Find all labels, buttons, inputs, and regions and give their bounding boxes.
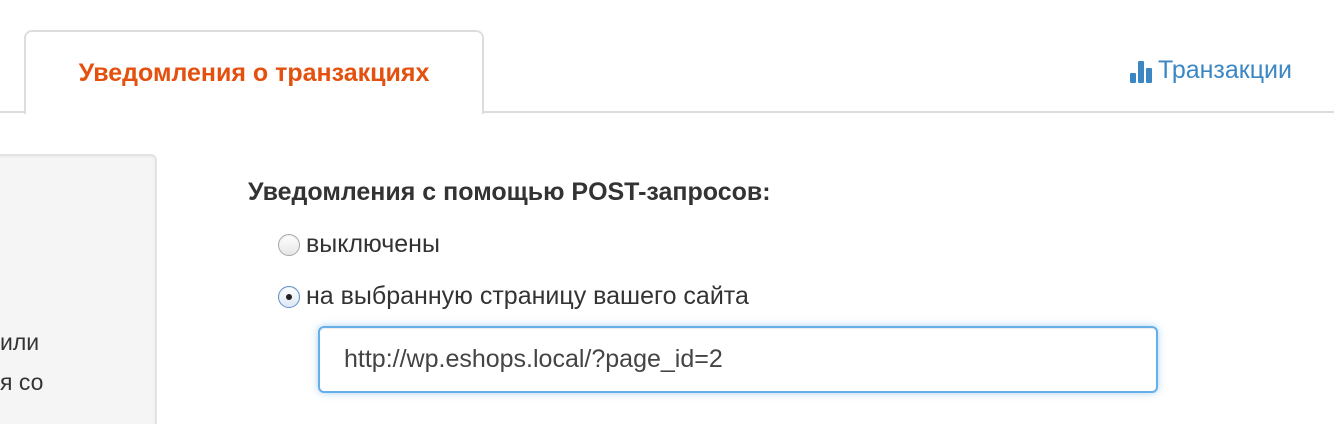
tab-label: Уведомления о транзакциях [78, 59, 430, 87]
side-text-line-1: или [0, 329, 40, 355]
radio-site-page[interactable] [278, 285, 300, 308]
tab-transaction-notifications[interactable]: Уведомления о транзакциях [24, 30, 484, 114]
radio-option-disabled[interactable]: выключены [278, 230, 440, 259]
radio-disabled[interactable] [278, 233, 300, 256]
radio-option-site-page[interactable]: на выбранную страницу вашего сайта [278, 282, 749, 311]
post-notifications-title: Уведомления с помощью POST-запросов: [248, 178, 771, 206]
transactions-link[interactable]: Транзакции [1129, 56, 1292, 85]
transactions-link-label: Транзакции [1157, 56, 1292, 84]
tab-bar: Уведомления о транзакциях Транзакции [0, 0, 1334, 114]
bar-chart-icon [1129, 59, 1152, 83]
side-text-line-2: я со [0, 369, 44, 395]
side-panel-text: или я со [0, 322, 43, 402]
page: Уведомления о транзакциях Транзакции или… [0, 0, 1334, 424]
radio-site-page-label: на выбранную страницу вашего сайта [306, 282, 749, 310]
radio-disabled-label: выключены [306, 230, 440, 258]
notification-url-input[interactable] [318, 326, 1158, 393]
